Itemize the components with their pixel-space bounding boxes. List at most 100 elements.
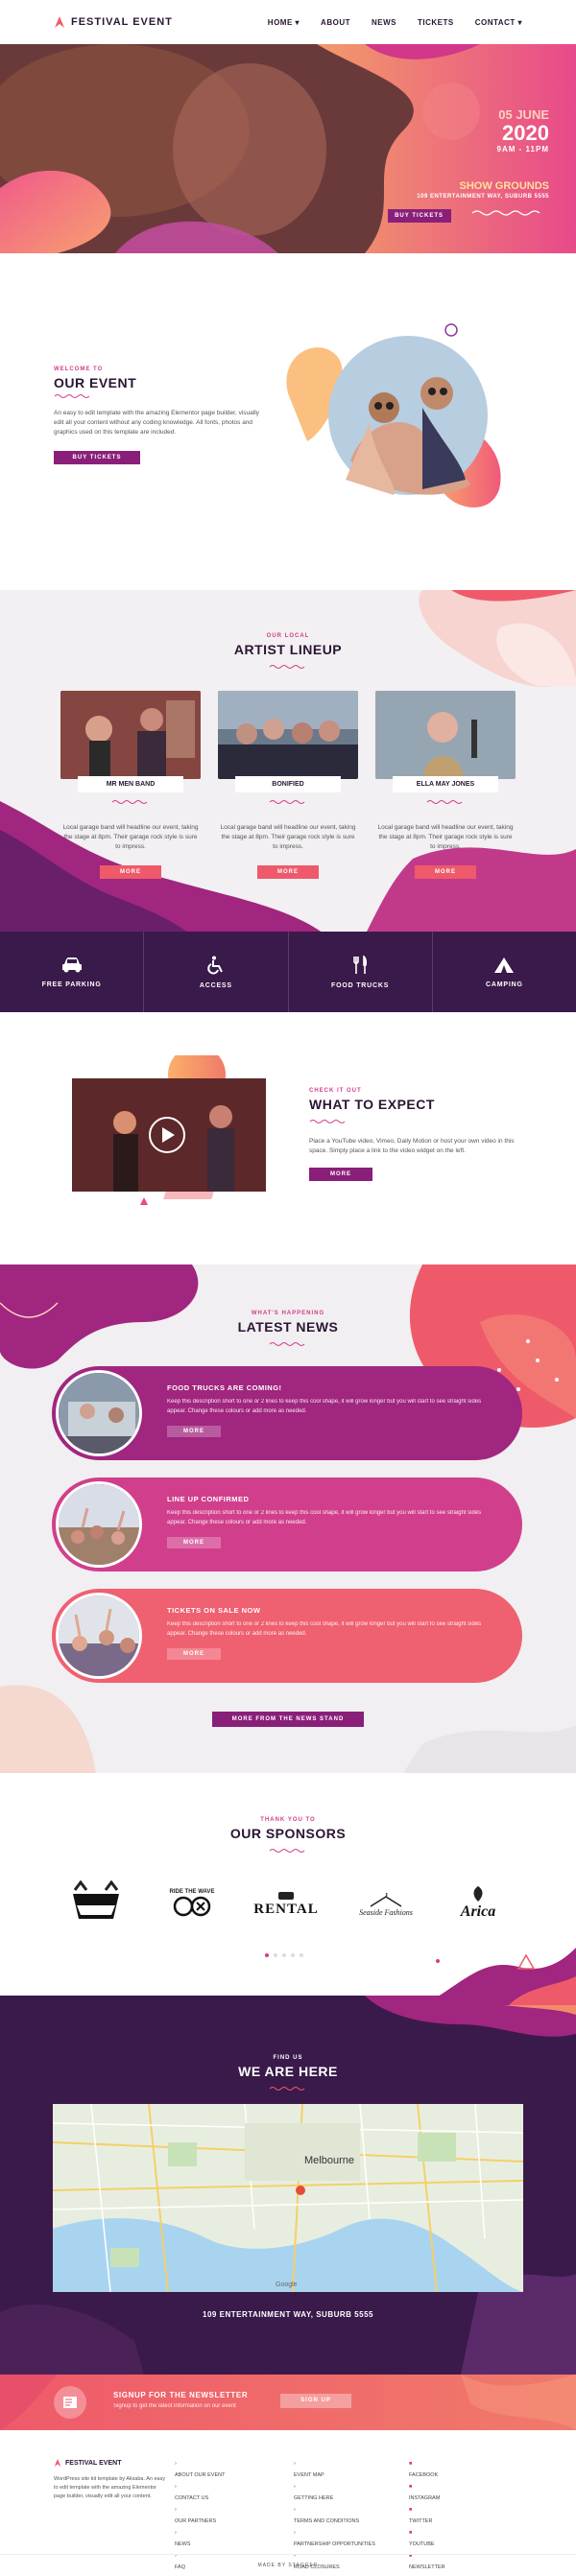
- logo-text: FESTIVAL EVENT: [71, 16, 173, 28]
- news-more-button[interactable]: MORE: [167, 1426, 221, 1437]
- squiggle-decoration: [309, 1120, 346, 1123]
- instagram-icon: ■: [409, 2484, 413, 2490]
- news-item-text: Keep this description short to one or 2 …: [167, 1621, 482, 1637]
- squiggle-decoration: [269, 1849, 305, 1853]
- artist-more-button[interactable]: MORE: [100, 865, 161, 879]
- sponsor-logo-text: Arica: [460, 1903, 496, 1920]
- newsletter-bar: SIGNUP FOR THE NEWSLETTER Signup to get …: [0, 2375, 576, 2430]
- news-item-title: FOOD TRUCKS ARE COMING!: [167, 1383, 282, 1392]
- carousel-dot[interactable]: [300, 1953, 303, 1957]
- artist-more-button[interactable]: MORE: [415, 865, 476, 879]
- news-item-text: Keep this description short to one or 2 …: [167, 1399, 482, 1414]
- footer-link[interactable]: › CONTACT US: [175, 2481, 225, 2504]
- squiggle-decoration: [111, 800, 148, 804]
- footer-link[interactable]: › PARTNERSHIP OPPORTUNITIES: [294, 2527, 375, 2550]
- news-heading: WHAT'S HAPPENING LATEST NEWS: [0, 1311, 576, 1352]
- tent-icon: [494, 957, 515, 973]
- expect-eyebrow: CHECK IT OUT: [309, 1088, 362, 1094]
- feature-label: CAMPING: [486, 981, 523, 988]
- newsletter-signup-button[interactable]: SIGN UP: [280, 2394, 351, 2408]
- nav-contact[interactable]: CONTACT ▾: [475, 18, 522, 27]
- footer-social-youtube[interactable]: ■ YOUTUBE: [409, 2527, 445, 2550]
- lineup-title: ARTIST LINEUP: [233, 642, 343, 657]
- sponsor-wave-shapes: [422, 1948, 576, 2005]
- map-google-label: Google: [276, 2281, 298, 2288]
- expect-text: Place a YouTube video, Vimeo, Daily Moti…: [309, 1138, 515, 1154]
- carousel-dot-active[interactable]: [265, 1953, 269, 1957]
- location-address: 109 ENTERTAINMENT WAY, SUBURB 5555: [203, 2310, 373, 2319]
- footer-link[interactable]: › TERMS AND CONDITIONS: [294, 2504, 375, 2527]
- artist-photo: [60, 691, 201, 779]
- artist-more-button[interactable]: MORE: [257, 865, 319, 879]
- sponsor-logo-text: RENTAL: [253, 1901, 319, 1917]
- sponsor-logo-1[interactable]: [69, 1880, 123, 1925]
- carousel-dot[interactable]: [274, 1953, 277, 1957]
- squiggle-decoration: [54, 394, 90, 398]
- carousel-dots: [265, 1953, 303, 1957]
- sponsor-logo-4[interactable]: Seaside Fashions: [355, 1884, 417, 1925]
- more-news-button[interactable]: MORE FROM THE NEWS STAND: [212, 1712, 364, 1727]
- artist-card: ELLA MAY JONES Local garage band will he…: [375, 691, 516, 879]
- sponsors-eyebrow: THANK YOU TO: [260, 1817, 316, 1823]
- nav-news[interactable]: NEWS: [372, 18, 396, 27]
- nav-about[interactable]: ABOUT: [321, 18, 350, 27]
- news-item-text: Keep this description short to one or 2 …: [167, 1510, 482, 1525]
- hero-date-block: 05 JUNE 2020 9AM - 11PM: [497, 107, 549, 154]
- artist-description: Local garage band will headline our even…: [62, 824, 199, 850]
- sponsor-logo-5[interactable]: Arica: [447, 1877, 509, 1928]
- news-more-button[interactable]: MORE: [167, 1537, 221, 1548]
- hero-banner: 05 JUNE 2020 9AM - 11PM SHOW GROUNDS 109…: [0, 44, 576, 253]
- carousel-dot[interactable]: [282, 1953, 286, 1957]
- sunglasses-logo-icon: [173, 1896, 211, 1917]
- carousel-dot[interactable]: [291, 1953, 295, 1957]
- location-title: WE ARE HERE: [238, 2064, 338, 2079]
- site-logo[interactable]: FESTIVAL EVENT: [54, 15, 173, 29]
- hero-buy-tickets-button[interactable]: BUY TICKETS: [387, 209, 451, 223]
- hanger-logo-icon: [370, 1892, 402, 1907]
- lineup-heading: OUR LOCAL ARTIST LINEUP: [0, 633, 576, 674]
- sponsors-heading: THANK YOU TO OUR SPONSORS: [0, 1817, 576, 1858]
- map-widget[interactable]: Melbourne Google: [53, 2104, 523, 2292]
- nav-tickets[interactable]: TICKETS: [418, 18, 454, 27]
- newsletter-icon-circle: [54, 2386, 86, 2419]
- footer-link[interactable]: › EVENT MAP: [294, 2458, 375, 2481]
- news-card: FOOD TRUCKS ARE COMING! Keep this descri…: [52, 1366, 522, 1460]
- footer-link[interactable]: › GETTING HERE: [294, 2481, 375, 2504]
- newsletter-title: SIGNUP FOR THE NEWSLETTER: [113, 2391, 249, 2399]
- hero-venue: SHOW GROUNDS: [459, 180, 550, 192]
- about-photo-collage: [286, 323, 501, 508]
- nav-home[interactable]: HOME ▾: [268, 18, 300, 27]
- footer-logo[interactable]: FESTIVAL EVENT: [54, 2458, 169, 2468]
- about-buy-tickets-button[interactable]: BUY TICKETS: [54, 451, 140, 464]
- footer-social-facebook[interactable]: ■ FACEBOOK: [409, 2458, 445, 2481]
- footer-link[interactable]: › NEWS: [175, 2527, 225, 2550]
- about-eyebrow: WELCOME TO: [54, 366, 104, 372]
- footer-social-instagram[interactable]: ■ INSTAGRAM: [409, 2481, 445, 2504]
- sponsor-logo-3[interactable]: RENTAL: [253, 1879, 319, 1928]
- squiggle-decoration: [426, 800, 463, 804]
- location-heading: FIND US WE ARE HERE: [0, 2055, 576, 2096]
- map-city-label: Melbourne: [304, 2155, 354, 2166]
- artist-description: Local garage band will headline our even…: [220, 824, 356, 850]
- feature-label: FREE PARKING: [41, 981, 102, 988]
- about-section: WELCOME TO OUR EVENT An easy to edit tem…: [54, 366, 265, 464]
- squiggle-decoration: [269, 665, 305, 669]
- main-nav: HOME ▾ ABOUT NEWS TICKETS CONTACT ▾: [268, 18, 522, 27]
- news-more-button[interactable]: MORE: [167, 1648, 221, 1660]
- logo-icon: [54, 2459, 61, 2467]
- footer-link[interactable]: › OUR PARTNERS: [175, 2504, 225, 2527]
- wheelchair-icon: [207, 956, 223, 974]
- artist-description: Local garage band will headline our even…: [377, 824, 514, 850]
- sponsor-logo-text: Seaside Fashions: [359, 1907, 413, 1917]
- expect-more-button[interactable]: MORE: [309, 1168, 372, 1181]
- lineup-eyebrow: OUR LOCAL: [266, 633, 310, 639]
- footer-link[interactable]: › ABOUT OUR EVENT: [175, 2458, 225, 2481]
- features-bar: FREE PARKING ACCESS FOOD TRUCKS CAMPING: [0, 932, 576, 1012]
- artist-photo: [218, 691, 358, 779]
- sponsor-logo-2[interactable]: RIDE THE WAVE: [163, 1882, 221, 1925]
- video-widget[interactable]: [67, 1055, 278, 1214]
- youtube-icon: ■: [409, 2530, 413, 2536]
- footer-about-text: WordPress site kit template by Alisaba. …: [54, 2476, 166, 2499]
- twitter-icon: ■: [409, 2507, 413, 2513]
- footer-social-twitter[interactable]: ■ TWITTER: [409, 2504, 445, 2527]
